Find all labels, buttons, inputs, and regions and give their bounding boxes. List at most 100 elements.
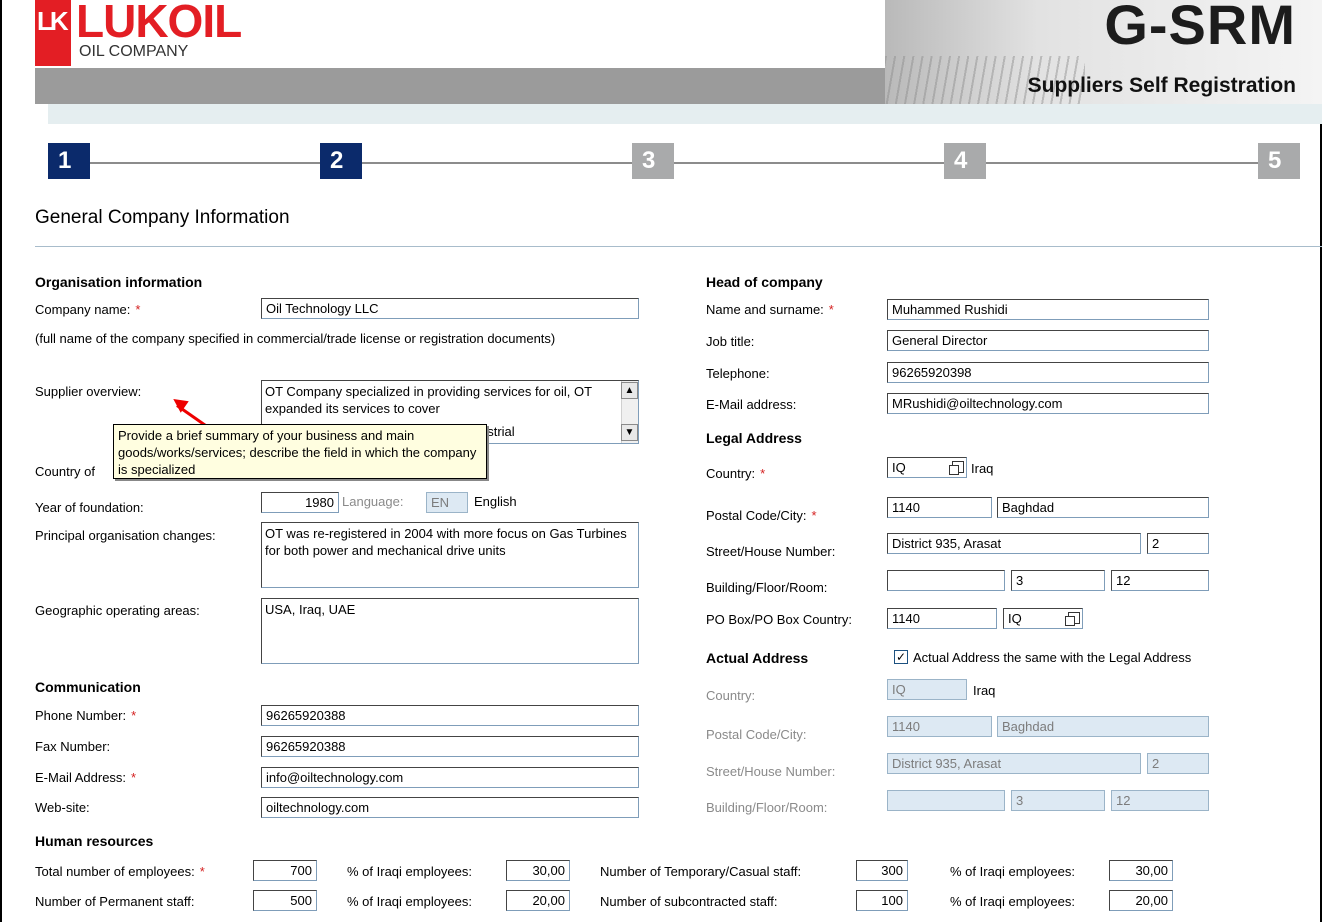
- operating-areas-label: Geographic operating areas:: [35, 603, 200, 618]
- website-input[interactable]: oiltechnology.com: [261, 797, 639, 818]
- permanent-staff-input[interactable]: 500: [253, 890, 317, 911]
- required-marker: *: [131, 708, 137, 723]
- value-help-icon[interactable]: [1065, 612, 1080, 626]
- page-title: General Company Information: [35, 207, 290, 228]
- website-label: Web-site:: [35, 800, 90, 815]
- legal-postal-input[interactable]: 1140: [887, 497, 992, 518]
- company-name-label: Company name: *: [35, 302, 141, 317]
- company-name-input[interactable]: Oil Technology LLC: [261, 298, 639, 319]
- temp-staff-input[interactable]: 300: [856, 860, 908, 881]
- sub-pct-input[interactable]: 20,00: [1109, 890, 1173, 911]
- telephone-label: Telephone:: [706, 366, 770, 381]
- temp-pct-input[interactable]: 30,00: [1109, 860, 1173, 881]
- temp-staff-label: Number of Temporary/Casual staff:: [600, 864, 802, 879]
- required-marker: *: [760, 466, 766, 481]
- required-marker: *: [828, 302, 834, 317]
- job-title-input[interactable]: General Director: [887, 330, 1209, 351]
- section-actual-address: Actual Address: [706, 650, 809, 666]
- actual-street-input: District 935, Arasat: [887, 753, 1141, 774]
- legal-floor-input[interactable]: 3: [1011, 570, 1105, 591]
- legal-building-input[interactable]: [887, 570, 1005, 591]
- temp-pct-label: % of Iraqi employees:: [950, 864, 1076, 879]
- section-head-of-company: Head of company: [706, 274, 823, 290]
- subcontracted-staff-input[interactable]: 100: [856, 890, 908, 911]
- head-name-label: Name and surname: *: [706, 302, 834, 317]
- actual-city-input: Baghdad: [997, 716, 1209, 737]
- perm-pct-input[interactable]: 20,00: [506, 890, 570, 911]
- subcontracted-staff-label: Number of subcontracted staff:: [600, 894, 778, 909]
- head-email-input[interactable]: MRushidi@oiltechnology.com: [887, 393, 1209, 414]
- required-marker: *: [135, 302, 141, 317]
- head-name-input[interactable]: Muhammed Rushidi: [887, 299, 1209, 320]
- head-email-label: E-Mail address:: [706, 397, 797, 412]
- fax-number-input[interactable]: 96265920388: [261, 736, 639, 757]
- operating-areas-textarea[interactable]: USA, Iraq, UAE: [261, 598, 639, 664]
- steps-connector: [90, 162, 1270, 164]
- pobox-input[interactable]: 1140: [887, 608, 997, 629]
- total-employees-label: Total number of employees: *: [35, 864, 205, 879]
- section-legal-address: Legal Address: [706, 430, 802, 446]
- legal-room-input[interactable]: 12: [1111, 570, 1209, 591]
- fax-number-label: Fax Number:: [35, 739, 111, 754]
- section-communication: Communication: [35, 679, 141, 695]
- required-marker: *: [131, 770, 137, 785]
- section-human-resources: Human resources: [35, 833, 154, 849]
- section-organisation: Organisation information: [35, 274, 203, 290]
- scroll-up-icon[interactable]: ▲: [621, 382, 638, 399]
- header-banner: G-SRM Suppliers Self Registration: [885, 0, 1322, 104]
- legal-postal-label: Postal Code/City: *: [706, 508, 817, 523]
- actual-house-input: 2: [1147, 753, 1209, 774]
- legal-street-input[interactable]: District 935, Arasat: [887, 533, 1141, 554]
- step-2[interactable]: 2: [320, 143, 362, 179]
- step-1[interactable]: 1: [48, 143, 90, 179]
- total-employees-input[interactable]: 700: [253, 860, 317, 881]
- actual-country-label: Country:: [706, 688, 756, 703]
- language-name: English: [474, 494, 517, 509]
- actual-building-input: [887, 790, 1005, 811]
- total-pct-input[interactable]: 30,00: [506, 860, 570, 881]
- legal-country-label: Country: *: [706, 466, 766, 481]
- required-marker: *: [199, 864, 205, 879]
- sub-pct-label: % of Iraqi employees:: [950, 894, 1076, 909]
- actual-postal-input: 1140: [887, 716, 992, 737]
- required-marker: *: [811, 508, 817, 523]
- supplier-overview-label: Supplier overview:: [35, 384, 142, 399]
- legal-building-label: Building/Floor/Room:: [706, 580, 828, 595]
- legal-city-input[interactable]: Baghdad: [997, 497, 1209, 518]
- phone-number-label: Phone Number: *: [35, 708, 137, 723]
- step-4[interactable]: 4: [944, 143, 986, 179]
- supplier-overview-tooltip: Provide a brief summary of your business…: [113, 424, 487, 479]
- checkmark-icon: ✓: [895, 650, 907, 664]
- phone-number-input[interactable]: 96265920388: [261, 705, 639, 726]
- app-subtitle: Suppliers Self Registration: [1027, 74, 1296, 97]
- language-label: Language:: [342, 494, 404, 509]
- lukoil-logo-name: LUKOIL: [76, 0, 242, 47]
- actual-postal-label: Postal Code/City:: [706, 727, 807, 742]
- lukoil-logo-mark: LK: [35, 0, 71, 66]
- legal-country-name: Iraq: [971, 461, 994, 476]
- company-name-hint: (full name of the company specified in c…: [35, 331, 556, 346]
- org-changes-label: Principal organisation changes:: [35, 528, 216, 543]
- total-pct-label: % of Iraqi employees:: [347, 864, 473, 879]
- legal-house-input[interactable]: 2: [1147, 533, 1209, 554]
- lukoil-logo-subtitle: OIL COMPANY: [79, 43, 189, 60]
- header-subband: [48, 104, 1322, 124]
- value-help-icon[interactable]: [949, 461, 964, 475]
- scroll-down-icon[interactable]: ▼: [621, 424, 638, 441]
- year-foundation-input[interactable]: 1980: [261, 492, 339, 513]
- step-3[interactable]: 3: [632, 143, 674, 179]
- app-name: G-SRM: [1104, 0, 1296, 56]
- email-address-input[interactable]: info@oiltechnology.com: [261, 767, 639, 788]
- actual-same-checkbox[interactable]: ✓: [894, 650, 908, 664]
- year-foundation-label: Year of foundation:: [35, 500, 144, 515]
- legal-street-label: Street/House Number:: [706, 544, 836, 559]
- telephone-input[interactable]: 96265920398: [887, 362, 1209, 383]
- actual-building-label: Building/Floor/Room:: [706, 800, 828, 815]
- step-5[interactable]: 5: [1258, 143, 1300, 179]
- actual-same-label: Actual Address the same with the Legal A…: [913, 650, 1192, 665]
- org-changes-textarea[interactable]: OT was re-registered in 2004 with more f…: [261, 522, 639, 588]
- email-address-label: E-Mail Address: *: [35, 770, 137, 785]
- country-of-label: Country of: [35, 464, 95, 479]
- title-divider: [35, 246, 1322, 247]
- actual-floor-input: 3: [1011, 790, 1105, 811]
